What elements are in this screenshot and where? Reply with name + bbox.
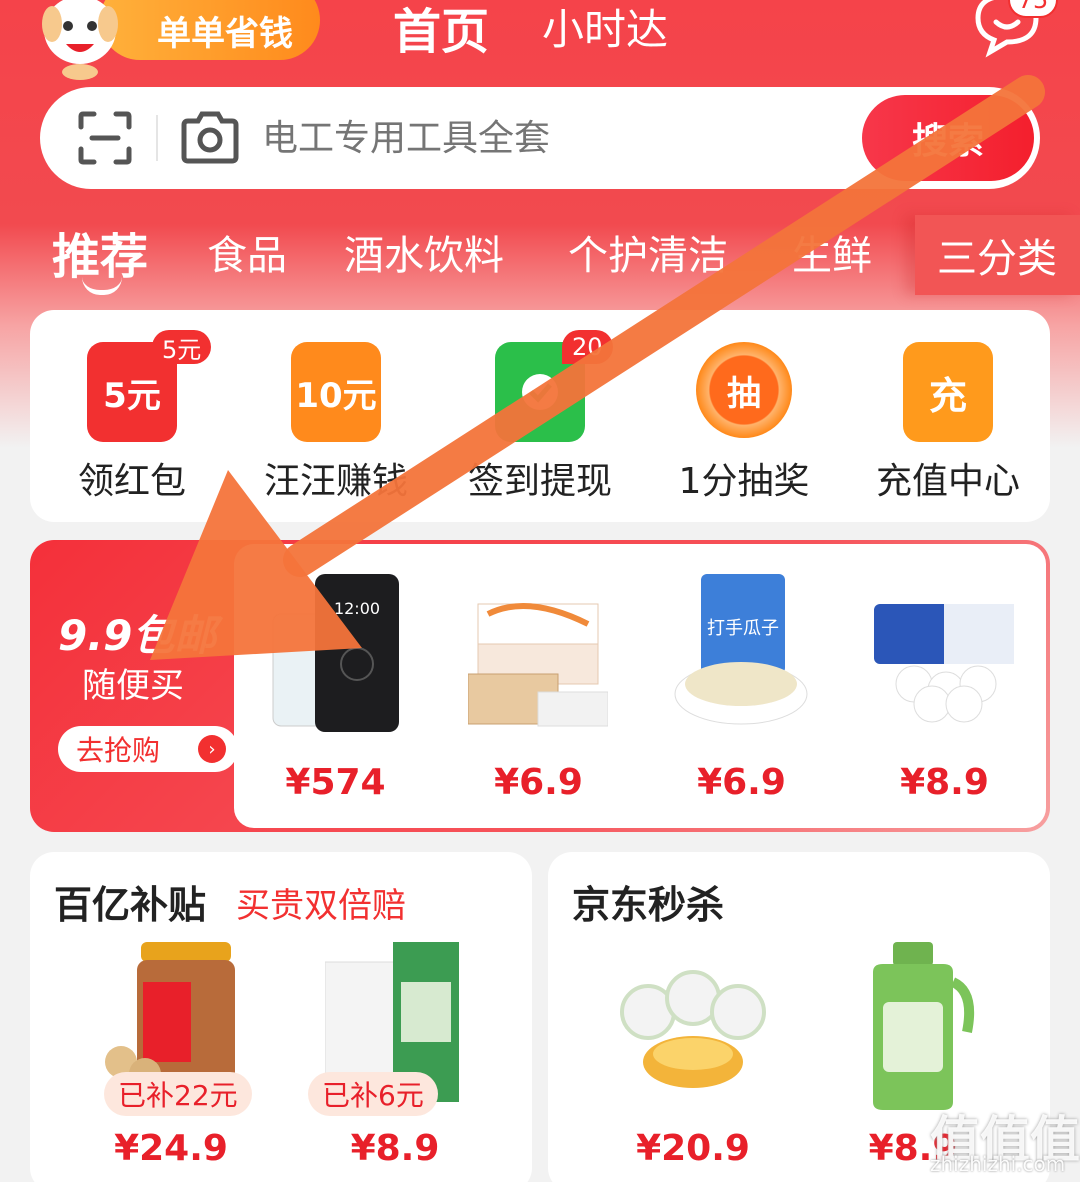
product-item[interactable]: 打手瓜子 ¥6.9 xyxy=(640,544,843,828)
tissue-box-product-icon xyxy=(468,603,608,727)
quick-entry-earn[interactable]: 10元 汪汪赚钱 xyxy=(234,310,438,522)
product-item[interactable]: ¥6.9 xyxy=(437,544,640,828)
product-item[interactable]: ¥20.9 xyxy=(578,942,808,1182)
banner-subtitle: 随便买 xyxy=(82,666,184,706)
subsidy-tag: 已补22元 xyxy=(104,1072,252,1116)
product-price: ¥6.9 xyxy=(697,762,786,803)
tab-drinks[interactable]: 酒水饮料 xyxy=(344,223,504,281)
category-tabs: 推荐 食品 酒水饮料 个护清洁 生鲜 三分类 xyxy=(0,215,1080,295)
search-divider xyxy=(156,115,158,161)
watermark-url: zhizhizhi.com xyxy=(930,1152,1066,1176)
tab-fresh[interactable]: 生鲜 xyxy=(792,223,872,281)
active-tab-indicator xyxy=(82,277,122,295)
sunflower-seeds-product-icon: 打手瓜子 xyxy=(674,574,808,725)
product-item[interactable]: 已补6元 ¥8.9 xyxy=(280,942,510,1182)
wechat-pay-icon xyxy=(522,374,558,410)
search-input[interactable] xyxy=(262,111,842,165)
quick-entry-label: 汪汪赚钱 xyxy=(263,461,408,502)
quick-entry-red-packet[interactable]: 5元 5元 领红包 xyxy=(30,310,234,522)
quick-entry-label: 签到提现 xyxy=(467,461,612,502)
product-price: ¥6.9 xyxy=(494,762,583,803)
toilet-paper-product-icon xyxy=(874,604,1014,723)
camera-icon[interactable] xyxy=(180,109,240,165)
quick-entry-panel: 5元 5元 领红包 10元 汪汪赚钱 20 签到提现 抽 1分抽奖 充 充值中心 xyxy=(30,310,1050,522)
product-price: ¥20.9 xyxy=(636,1128,750,1169)
tab-hour-delivery[interactable]: 小时达 xyxy=(542,0,668,57)
quick-entry-label: 领红包 xyxy=(77,461,186,502)
quick-entry-label: 充值中心 xyxy=(875,461,1020,502)
subsidy-title: 百亿补贴 xyxy=(54,883,207,927)
product-item[interactable]: 已补22元 ¥24.9 xyxy=(56,942,286,1182)
mascot-dog-icon[interactable] xyxy=(30,0,130,80)
subsidy-subtitle: 买贵双倍赔 xyxy=(236,886,406,926)
phone-screen-time: 12:00 xyxy=(334,599,380,618)
quick-entry-badge: 20 xyxy=(562,330,613,364)
seeds-package-text: 打手瓜子 xyxy=(707,618,779,639)
all-categories-button[interactable]: 三分类 xyxy=(915,215,1080,295)
quick-entry-recharge[interactable]: 充 充值中心 xyxy=(846,310,1050,522)
quick-entry-checkin[interactable]: 20 签到提现 xyxy=(438,310,642,522)
lottery-icon: 抽 xyxy=(696,342,792,438)
quick-entry-label: 1分抽奖 xyxy=(678,461,810,502)
subsidy-card[interactable]: 百亿补贴 买贵双倍赔 已补22元 ¥24.9 已补6元 ¥8.9 xyxy=(30,852,532,1182)
product-price: ¥24.9 xyxy=(114,1128,228,1169)
banner-title: 9.9包邮 xyxy=(58,611,217,660)
top-header: 单单省钱 首页 小时达 75 xyxy=(0,0,1080,80)
product-item[interactable]: 12:00 ¥574 xyxy=(234,544,437,828)
go-buy-button[interactable]: 去抢购 › xyxy=(58,726,238,772)
product-price: ¥574 xyxy=(285,762,386,803)
go-buy-label: 去抢购 xyxy=(76,734,161,767)
phone-product-icon: 12:00 xyxy=(272,574,399,732)
banner-goods-list: 12:00 ¥574 ¥6.9 打手瓜子 ¥6.9 ¥8.9 xyxy=(234,544,1046,828)
tab-food[interactable]: 食品 xyxy=(207,223,287,281)
search-bar[interactable]: 搜索 xyxy=(40,87,1040,189)
laundry-detergent-product-icon xyxy=(873,942,975,1110)
product-item[interactable]: ¥8.9 xyxy=(843,544,1046,828)
product-price: ¥8.9 xyxy=(900,762,989,803)
seckill-title: 京东秒杀 xyxy=(572,883,725,927)
promo-pill[interactable]: 单单省钱 xyxy=(100,0,320,60)
quick-entry-lottery[interactable]: 抽 1分抽奖 xyxy=(642,310,846,522)
recharge-icon: 充 xyxy=(903,342,993,442)
chevron-right-icon: › xyxy=(198,735,226,763)
pudding-cake-product-icon xyxy=(620,970,766,1088)
tab-personal-care[interactable]: 个护清洁 xyxy=(568,223,728,281)
search-button[interactable]: 搜索 xyxy=(862,95,1034,181)
subsidy-tag: 已补6元 xyxy=(308,1072,438,1116)
coin-envelope-icon: 10元 xyxy=(291,342,381,442)
scan-icon[interactable] xyxy=(78,111,132,165)
tab-home[interactable]: 首页 xyxy=(393,0,489,62)
quick-entry-badge: 5元 xyxy=(152,330,212,364)
product-price: ¥8.9 xyxy=(350,1128,440,1169)
free-shipping-banner[interactable]: 9.9包邮 随便买 去抢购 › 12:00 ¥574 ¥6.9 打手瓜子 ¥6.… xyxy=(30,540,1050,832)
